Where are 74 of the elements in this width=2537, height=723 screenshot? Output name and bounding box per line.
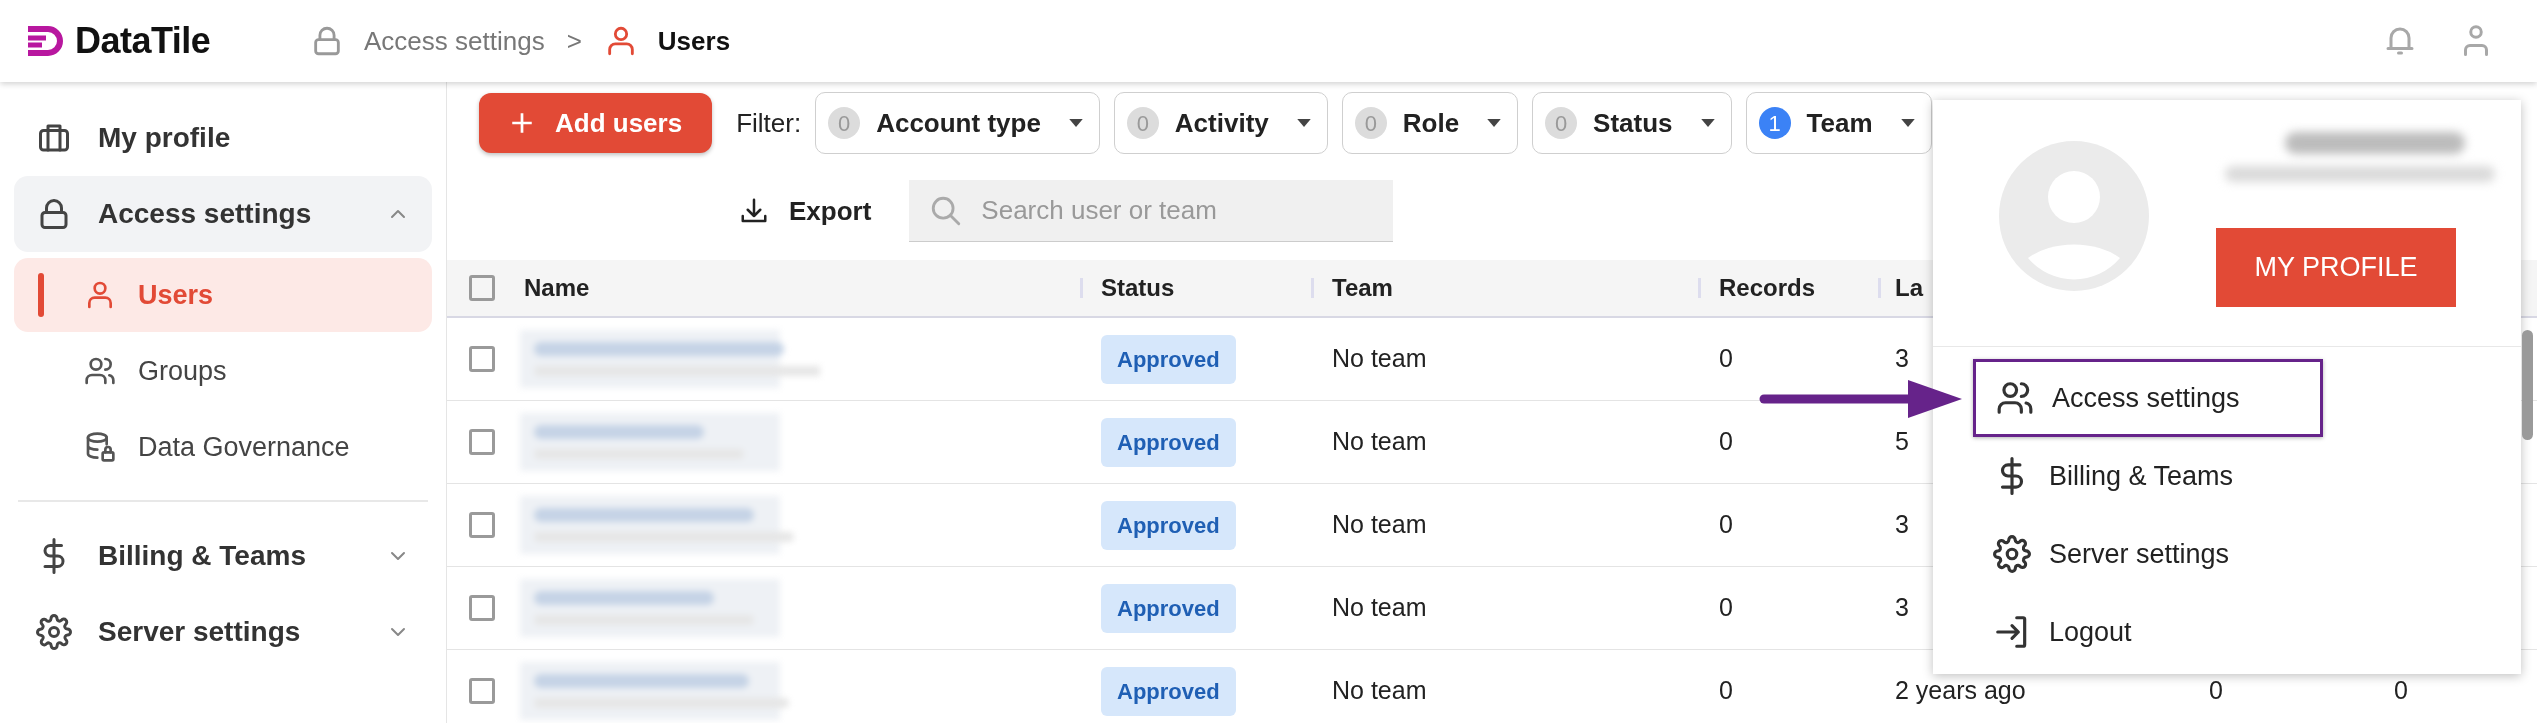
status-badge: Approved: [1101, 334, 1236, 384]
count-badge: 0: [828, 107, 861, 139]
table-cell: 0: [1719, 510, 1733, 539]
column-header: Status: [1101, 273, 1175, 303]
menu-item[interactable]: Logout: [1973, 593, 2481, 671]
checkbox[interactable]: [469, 275, 495, 301]
table-cell: No team: [1332, 427, 1427, 456]
database-lock-icon: [84, 431, 116, 463]
sidebar-item[interactable]: My profile: [14, 100, 432, 176]
checkbox[interactable]: [469, 512, 495, 538]
checkbox[interactable]: [469, 429, 495, 455]
add-users-button[interactable]: Add users: [479, 93, 713, 153]
sidebar-item[interactable]: Billing & Teams: [14, 518, 432, 594]
sidebar-item[interactable]: Server settings: [14, 594, 432, 670]
export-button[interactable]: Export: [739, 191, 872, 231]
plus-icon: [509, 110, 535, 136]
menu-item[interactable]: Billing & Teams: [1973, 437, 2481, 515]
table-cell: 0: [2394, 676, 2408, 705]
filter-dropdown[interactable]: 0 Status: [1532, 92, 1732, 154]
table-cell: 3: [1895, 593, 1909, 622]
users-icon: [1996, 379, 2034, 417]
table-cell: 5: [1895, 427, 1909, 456]
caret-icon: [1296, 118, 1311, 128]
status-badge: Approved: [1101, 583, 1236, 633]
table-cell: 3: [1895, 510, 1909, 539]
checkbox[interactable]: [469, 346, 495, 372]
count-badge: 0: [1126, 107, 1159, 139]
table-cell: No team: [1332, 676, 1427, 705]
sidebar-subitem[interactable]: Data Governance: [14, 410, 432, 484]
table-cell: 2 years ago: [1895, 676, 2026, 705]
filter-dropdown[interactable]: 0 Role: [1341, 92, 1519, 154]
count-badge: 0: [1545, 107, 1578, 139]
filter-dropdown[interactable]: 0 Account type: [815, 92, 1100, 154]
filter-label: Filter:: [736, 106, 802, 140]
status-badge: Approved: [1101, 417, 1236, 467]
table-cell: 0: [1719, 427, 1733, 456]
caret-icon: [1700, 118, 1715, 128]
count-badge: 0: [1354, 107, 1387, 139]
table-cell: 3: [1895, 344, 1909, 373]
my-profile-button[interactable]: MY PROFILE: [2216, 228, 2456, 307]
column-header: Team: [1332, 273, 1393, 303]
count-badge: 1: [1758, 107, 1791, 139]
table-cell: 0: [1719, 676, 1733, 705]
caret-icon: [1487, 118, 1502, 128]
column-header: Name: [524, 273, 590, 303]
breadcrumb-link[interactable]: Users: [603, 21, 731, 61]
table-cell: No team: [1332, 593, 1427, 622]
settings-icon: [1993, 535, 2031, 573]
logo-text: DataTile: [75, 19, 211, 63]
checkbox[interactable]: [469, 595, 495, 621]
scrollbar[interactable]: [2522, 330, 2533, 440]
caret-icon: [1900, 118, 1915, 128]
filter-dropdown[interactable]: 1 Team: [1745, 92, 1932, 154]
breadcrumb-separator: >: [566, 24, 582, 58]
menu-item[interactable]: Access settings: [1973, 359, 2323, 437]
table-cell: 0: [1719, 593, 1733, 622]
settings-icon: [36, 614, 72, 650]
checkbox[interactable]: [469, 678, 495, 704]
menu-item[interactable]: Server settings: [1973, 515, 2481, 593]
breadcrumb-link[interactable]: Access settings: [310, 21, 545, 61]
caret-icon: [1068, 118, 1083, 128]
table-cell: 0: [1719, 344, 1733, 373]
sidebar-subitem[interactable]: Groups: [14, 334, 432, 408]
search-field[interactable]: Search user or team: [909, 180, 1394, 242]
table-cell: 0: [2209, 676, 2223, 705]
table-cell: No team: [1332, 344, 1427, 373]
column-header: Records: [1719, 273, 1816, 303]
sidebar-item[interactable]: Access settings: [14, 176, 432, 252]
filter-dropdown[interactable]: 0 Activity: [1113, 92, 1328, 154]
users-icon: [84, 355, 116, 387]
table-cell: No team: [1332, 510, 1427, 539]
status-badge: Approved: [1101, 666, 1236, 716]
status-badge: Approved: [1101, 500, 1236, 550]
column-header: La: [1895, 273, 1923, 303]
